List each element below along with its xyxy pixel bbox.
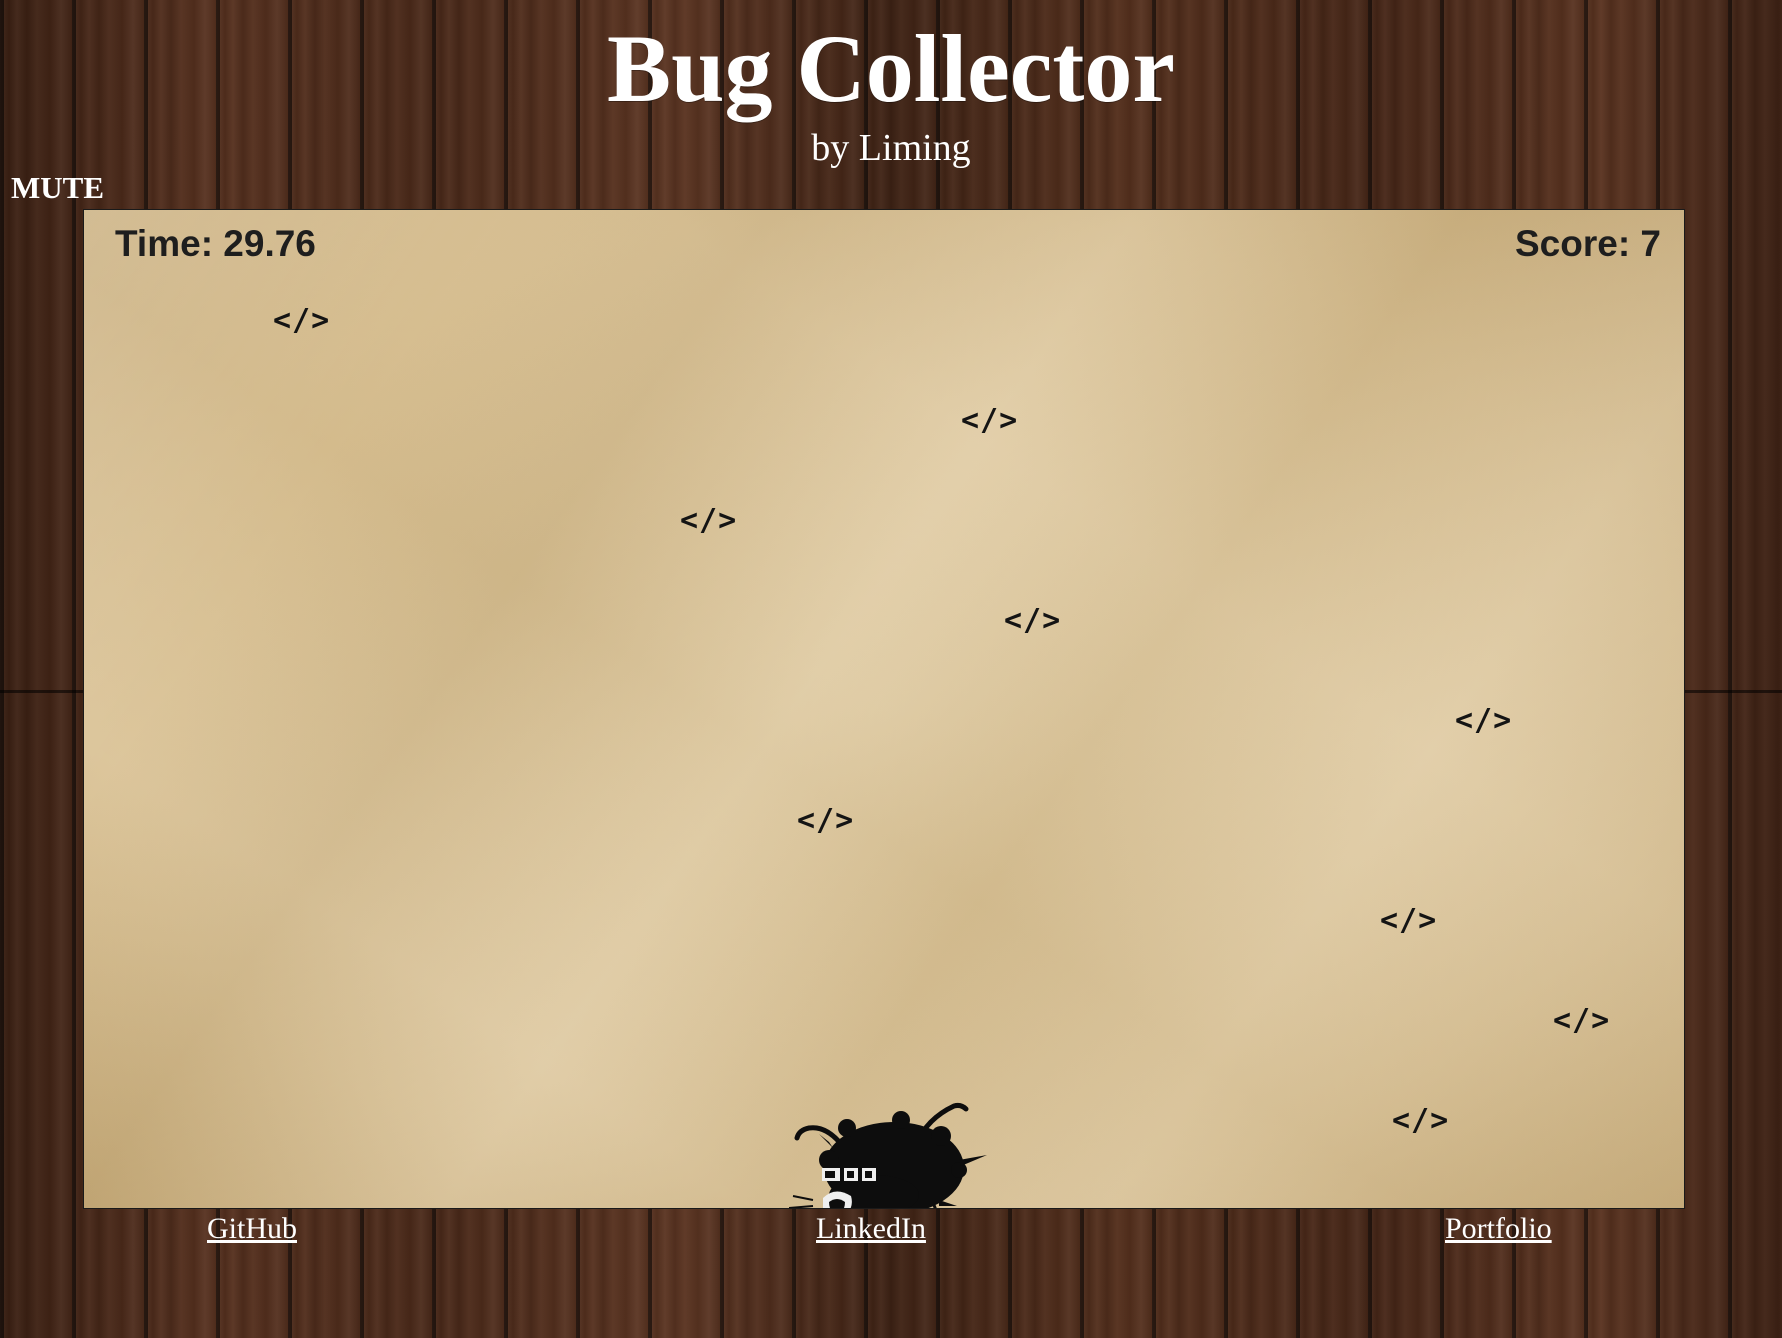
mute-button[interactable]: MUTE <box>11 170 104 206</box>
code-bug: </> <box>1380 903 1438 938</box>
page-title: Bug Collector <box>607 15 1175 122</box>
portfolio-link[interactable]: Portfolio <box>1445 1211 1552 1247</box>
code-bug: </> <box>1004 603 1062 638</box>
code-bug: </> <box>680 503 738 538</box>
linkedin-link[interactable]: LinkedIn <box>816 1211 926 1247</box>
code-bug: </> <box>797 803 855 838</box>
fuzzy-bug-monster-icon[interactable] <box>789 1010 989 1209</box>
time-readout: Time: 29.76 <box>115 223 316 264</box>
score-readout: Score: 7 <box>1514 223 1661 264</box>
code-bug: </> <box>273 303 331 338</box>
page-subtitle: by Liming <box>811 127 971 169</box>
game-canvas[interactable]: Time: 29.76 Score: 7 </> </> </> </> </>… <box>83 209 1685 1209</box>
code-bug: </> <box>1455 703 1513 738</box>
github-link[interactable]: GitHub <box>207 1211 297 1247</box>
code-bug: </> <box>1553 1003 1611 1038</box>
code-bug: </> <box>1392 1103 1450 1138</box>
code-bug: </> <box>961 403 1019 438</box>
